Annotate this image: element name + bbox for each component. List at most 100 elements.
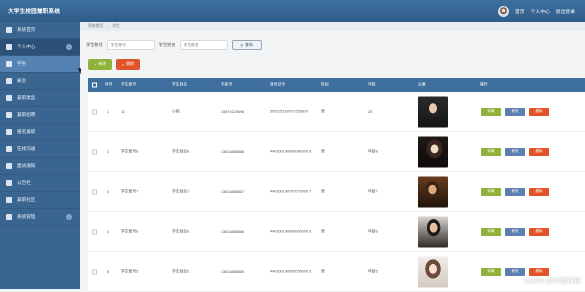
edit-button[interactable]: 修改 (505, 268, 525, 276)
cell-account: 11 (121, 110, 125, 114)
cell-age: 年龄8 (368, 149, 378, 154)
logout-link[interactable]: 退出登录 (556, 8, 575, 15)
col-actions: 操作 (480, 83, 488, 88)
student-name-input[interactable] (180, 40, 228, 50)
delete-button[interactable]: ×删除 (116, 59, 140, 70)
breadcrumb-home[interactable]: 系统首页 (88, 24, 103, 29)
list-icon (6, 61, 12, 67)
cell-gender: 男 (321, 269, 325, 274)
delete-row-button[interactable]: 删除 (529, 108, 549, 116)
student-avatar-photo (418, 96, 448, 127)
edit-button[interactable]: 修改 (505, 108, 525, 116)
profile-link[interactable]: 个人中心 (531, 8, 550, 15)
row-actions: 详情修改删除 (481, 188, 549, 196)
row-actions: 详情修改删除 (481, 228, 549, 236)
table-row: 111小莉15874123698500225199707256876男25详情修… (88, 92, 585, 132)
row-checkbox[interactable] (92, 149, 97, 154)
row-checkbox[interactable] (92, 189, 97, 194)
student-name-label: 学生姓名 (159, 42, 176, 48)
sidebar-item-notices[interactable]: 公告栏 (0, 175, 80, 192)
student-no-input[interactable] (107, 40, 155, 50)
top-nav: 首页 个人中心 退出登录 (498, 0, 575, 22)
table-row: 2学生账号8学生姓名813823888888440300199908080000… (88, 132, 585, 172)
delete-row-button[interactable]: 删除 (529, 188, 549, 196)
cell-gender: 男 (321, 149, 325, 154)
sidebar-item-home[interactable]: 系统首页 (0, 22, 80, 39)
add-button[interactable]: +新增 (88, 59, 112, 70)
cell-name: 学生姓名8 (172, 149, 189, 154)
sidebar-item-interviews[interactable]: 面试通知 (0, 158, 80, 175)
edit-button[interactable]: 修改 (505, 188, 525, 196)
students-table: 序号 学生账号 学生姓名 手机号 身份证号 性别 年龄 头像 操作 111小莉1… (88, 78, 585, 292)
watermark: CSDN @叶宝科技 (524, 276, 581, 286)
edit-button[interactable]: 修改 (505, 228, 525, 236)
detail-button[interactable]: 详情 (481, 188, 501, 196)
breadcrumb: 系统首页 / 学生 (80, 22, 585, 31)
row-checkbox[interactable] (92, 269, 97, 274)
sidebar-item-job-posts[interactable]: 兼职招聘 (0, 107, 80, 124)
search-button[interactable]: ⚲查询 (232, 40, 262, 50)
sidebar-item-applications[interactable]: 报名兼职 (0, 124, 80, 141)
cell-idcard: 440300199707070000 7 (270, 189, 320, 194)
table-row: 3学生账号7学生姓名713823888887440300199707070000… (88, 172, 585, 212)
table-body: 111小莉15874123698500225199707256876男25详情修… (88, 92, 585, 292)
sidebar-item-job-types[interactable]: 兼职类型 (0, 90, 80, 107)
sidebar-item-system[interactable]: 系统管理⌄ (0, 209, 80, 226)
col-idcard: 身份证号 (270, 83, 285, 88)
detail-button[interactable]: 详情 (481, 148, 501, 156)
plus-icon: + (94, 63, 96, 67)
toolbar: +新增 ×删除 (88, 59, 140, 70)
cell-phone: 15874123698 (221, 110, 244, 114)
sidebar-item-chat[interactable]: 在线沟通 (0, 141, 80, 158)
cell-index: 4 (107, 230, 109, 234)
delete-row-button[interactable]: 删除 (529, 148, 549, 156)
detail-button[interactable]: 详情 (481, 268, 501, 276)
cell-idcard: 440300199505050000 5 (270, 269, 320, 274)
row-checkbox[interactable] (92, 229, 97, 234)
delete-row-button[interactable]: 删除 (529, 268, 549, 276)
cell-phone: 13823888885 (221, 270, 244, 274)
cell-phone: 13823888887 (221, 190, 244, 194)
board-icon (6, 180, 12, 186)
cell-account: 学生账号7 (121, 189, 138, 194)
cell-phone: 13823888888 (221, 150, 244, 154)
home-icon (6, 27, 12, 33)
gear-icon (6, 214, 12, 220)
main-content: 系统首页 / 学生 学生账号 学生姓名 ⚲查询 +新增 ×删除 序号 学生账号 … (80, 22, 585, 289)
cell-name: 学生姓名6 (172, 229, 189, 234)
app-title: 大学生校园兼职系统 (0, 7, 300, 15)
sidebar-item-profile[interactable]: 个人中心⌄ (0, 39, 80, 56)
col-photo: 头像 (418, 83, 426, 88)
cell-gender: 男 (321, 109, 325, 114)
edit-button[interactable]: 修改 (505, 148, 525, 156)
sidebar-item-students[interactable]: 学生 (0, 56, 80, 73)
cell-account: 学生账号6 (121, 229, 138, 234)
detail-button[interactable]: 详情 (481, 108, 501, 116)
row-checkbox[interactable] (92, 109, 97, 114)
student-avatar-photo (418, 216, 448, 247)
cell-age: 25 (368, 110, 372, 114)
bell-icon (6, 163, 12, 169)
list-icon (6, 78, 12, 84)
avatar[interactable] (498, 6, 509, 17)
table-row: 4学生账号6学生姓名613823888886440300199606060000… (88, 212, 585, 252)
sidebar-item-employers[interactable]: 雇主 (0, 73, 80, 90)
search-bar: 学生账号 学生姓名 ⚲查询 (86, 38, 262, 52)
cell-index: 3 (107, 190, 109, 194)
home-link[interactable]: 首页 (515, 8, 525, 15)
chevron-down-icon: ⌄ (66, 214, 72, 220)
sidebar-item-community[interactable]: 兼职社区 (0, 192, 80, 209)
doc-icon (6, 112, 12, 118)
select-all-checkbox[interactable] (92, 83, 97, 88)
close-icon: × (122, 63, 124, 67)
cell-gender: 男 (321, 229, 325, 234)
detail-button[interactable]: 详情 (481, 228, 501, 236)
search-icon: ⚲ (240, 43, 243, 48)
cell-idcard: 440300199606060000 6 (270, 229, 320, 234)
student-avatar-photo (418, 176, 448, 207)
chevron-down-icon: ⌄ (66, 44, 72, 50)
delete-row-button[interactable]: 删除 (529, 228, 549, 236)
doc-icon (6, 129, 12, 135)
cell-age: 年龄5 (368, 269, 378, 274)
cell-account: 学生账号5 (121, 269, 138, 274)
